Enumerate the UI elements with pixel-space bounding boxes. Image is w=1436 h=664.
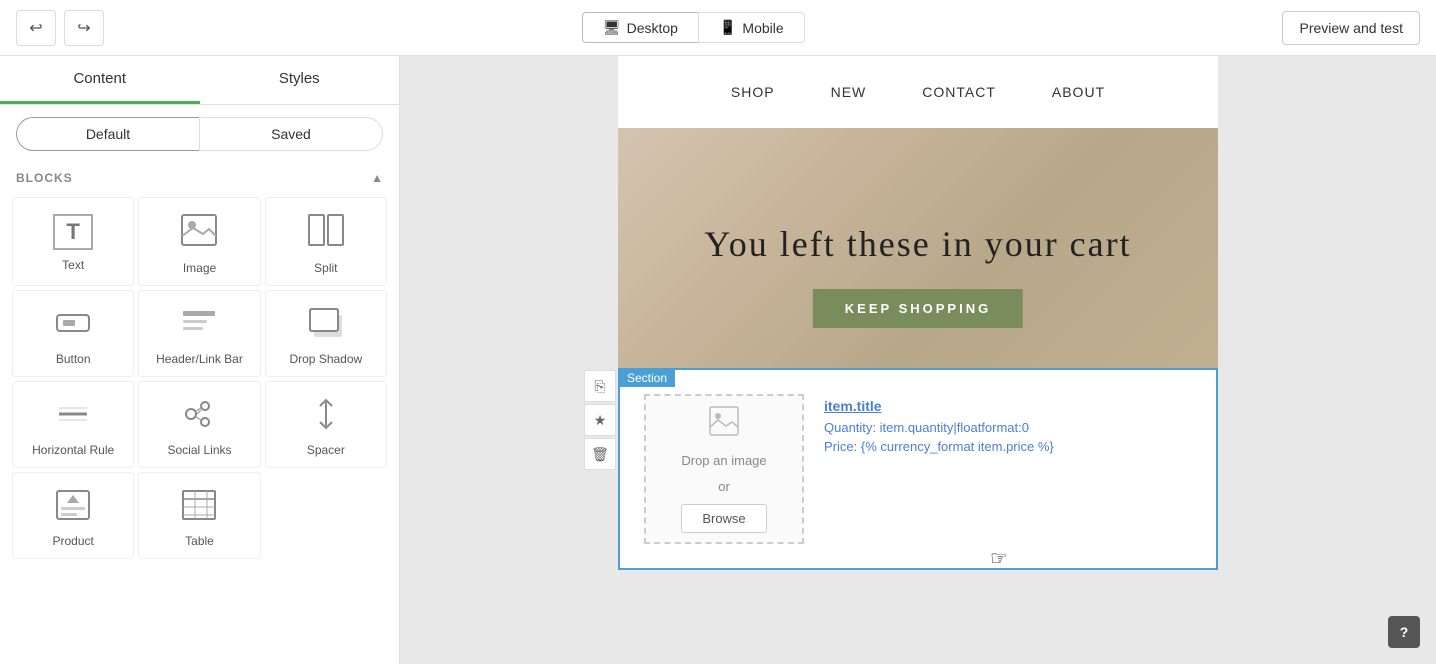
undo-button[interactable]: ↩ bbox=[16, 10, 56, 46]
hrule-block-icon bbox=[55, 398, 91, 435]
main-layout: Content Styles Default Saved BLOCKS ▲ T … bbox=[0, 56, 1436, 664]
sidebar: Content Styles Default Saved BLOCKS ▲ T … bbox=[0, 56, 400, 664]
image-block-icon bbox=[181, 214, 217, 253]
text-block-icon: T bbox=[53, 214, 93, 250]
quantity-label: Quantity: bbox=[824, 420, 876, 435]
section-area: Section ⎘ ★ 🗑 Drop an image or bbox=[618, 368, 1218, 570]
block-spacer[interactable]: Spacer bbox=[265, 381, 387, 468]
block-hrule-label: Horizontal Rule bbox=[32, 443, 114, 457]
button-block-icon bbox=[55, 307, 91, 344]
nav-about[interactable]: ABOUT bbox=[1024, 72, 1133, 112]
section-label: Section bbox=[619, 369, 675, 387]
price-label: Price: bbox=[824, 439, 857, 454]
block-spacer-label: Spacer bbox=[307, 443, 345, 457]
item-title: item.title bbox=[824, 398, 1192, 414]
email-nav: SHOP NEW CONTACT ABOUT bbox=[618, 56, 1218, 128]
image-upload-area: Drop an image or Browse bbox=[644, 394, 804, 544]
nav-contact[interactable]: CONTACT bbox=[894, 72, 1024, 112]
desktop-label: Desktop bbox=[627, 20, 678, 36]
block-button[interactable]: Button bbox=[12, 290, 134, 377]
mode-default-button[interactable]: Default bbox=[16, 117, 199, 151]
block-image[interactable]: Image bbox=[138, 197, 260, 286]
blocks-title: BLOCKS bbox=[16, 171, 73, 185]
block-button-label: Button bbox=[56, 352, 91, 366]
section-controls: ⎘ ★ 🗑 bbox=[584, 370, 616, 470]
block-product-label: Product bbox=[52, 534, 93, 548]
toolbar: ↩ ↪ 🖥 Desktop 📱 Mobile Preview and test bbox=[0, 0, 1436, 56]
preview-button[interactable]: Preview and test bbox=[1282, 11, 1420, 45]
social-block-icon bbox=[181, 398, 217, 435]
dropshadow-block-icon bbox=[308, 307, 344, 344]
email-hero: You left these in your cart KEEP SHOPPIN… bbox=[618, 128, 1218, 368]
section-copy-button[interactable]: ⎘ bbox=[584, 370, 616, 402]
block-product[interactable]: Product bbox=[12, 472, 134, 559]
product-block-icon bbox=[55, 489, 91, 526]
headerbar-block-icon bbox=[181, 307, 217, 344]
cart-item-details: item.title Quantity: item.quantity|float… bbox=[824, 394, 1192, 458]
mode-saved-button[interactable]: Saved bbox=[199, 117, 383, 151]
mobile-icon: 📱 bbox=[719, 19, 736, 36]
block-headerbar[interactable]: Header/Link Bar bbox=[138, 290, 260, 377]
desktop-button[interactable]: 🖥 Desktop bbox=[582, 12, 698, 43]
blocks-header: BLOCKS ▲ bbox=[0, 163, 399, 189]
block-social-label: Social Links bbox=[167, 443, 231, 457]
block-headerbar-label: Header/Link Bar bbox=[156, 352, 243, 366]
block-split-label: Split bbox=[314, 261, 337, 275]
email-preview: SHOP NEW CONTACT ABOUT You left these in… bbox=[618, 56, 1218, 570]
hero-text: You left these in your cart bbox=[704, 223, 1131, 265]
nav-new[interactable]: NEW bbox=[803, 72, 895, 112]
help-button[interactable]: ? bbox=[1388, 616, 1420, 648]
section-delete-button[interactable]: 🗑 bbox=[584, 438, 616, 470]
mobile-label: Mobile bbox=[742, 20, 783, 36]
block-dropshadow-label: Drop Shadow bbox=[289, 352, 362, 366]
section-favorite-button[interactable]: ★ bbox=[584, 404, 616, 436]
block-text-label: Text bbox=[62, 258, 84, 272]
sidebar-tabs: Content Styles bbox=[0, 56, 399, 105]
block-table[interactable]: Table bbox=[138, 472, 260, 559]
price-template: {% currency_format item.price %} bbox=[861, 439, 1054, 454]
block-split[interactable]: Split bbox=[265, 197, 387, 286]
tab-styles[interactable]: Styles bbox=[200, 56, 400, 104]
table-block-icon bbox=[181, 489, 217, 526]
desktop-icon: 🖥 bbox=[603, 19, 621, 36]
hero-keep-shopping-button[interactable]: KEEP SHOPPING bbox=[813, 289, 1023, 328]
content-area: SHOP NEW CONTACT ABOUT You left these in… bbox=[400, 56, 1436, 664]
blocks-collapse-button[interactable]: ▲ bbox=[371, 171, 383, 185]
item-price-field: Price: {% currency_format item.price %} bbox=[824, 439, 1192, 454]
item-quantity-field: Quantity: item.quantity|floatformat:0 bbox=[824, 420, 1192, 435]
toolbar-right: Preview and test bbox=[1282, 11, 1420, 45]
browse-button[interactable]: Browse bbox=[681, 504, 766, 533]
block-text[interactable]: T Text bbox=[12, 197, 134, 286]
block-dropshadow[interactable]: Drop Shadow bbox=[265, 290, 387, 377]
mode-buttons: Default Saved bbox=[0, 105, 399, 163]
tab-content[interactable]: Content bbox=[0, 56, 200, 104]
device-toggle: 🖥 Desktop 📱 Mobile bbox=[582, 12, 805, 43]
blocks-grid: T Text Image Split Button bbox=[0, 189, 399, 567]
cart-section: Drop an image or Browse item.title Quant… bbox=[620, 370, 1216, 568]
block-social[interactable]: Social Links bbox=[138, 381, 260, 468]
block-hrule[interactable]: Horizontal Rule bbox=[12, 381, 134, 468]
split-block-icon bbox=[308, 214, 344, 253]
spacer-block-icon bbox=[308, 398, 344, 435]
quantity-template: item.quantity|floatformat:0 bbox=[880, 420, 1029, 435]
nav-shop[interactable]: SHOP bbox=[703, 72, 803, 112]
upload-icon bbox=[708, 405, 740, 444]
upload-drop-text: Drop an image bbox=[681, 452, 766, 470]
block-image-label: Image bbox=[183, 261, 216, 275]
upload-or-text: or bbox=[718, 478, 730, 496]
toolbar-left: ↩ ↪ bbox=[16, 10, 104, 46]
block-table-label: Table bbox=[185, 534, 214, 548]
mobile-button[interactable]: 📱 Mobile bbox=[698, 12, 805, 43]
redo-button[interactable]: ↪ bbox=[64, 10, 104, 46]
